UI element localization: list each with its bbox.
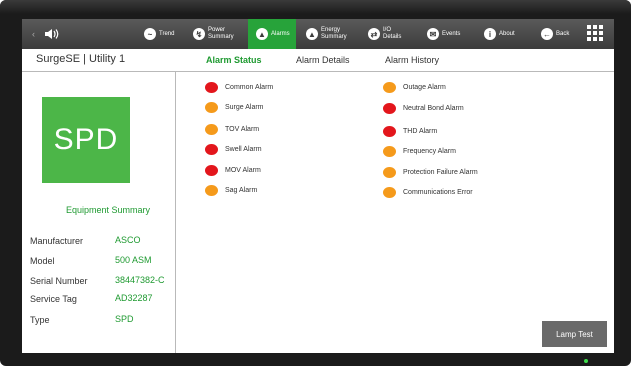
alarm-label: Neutral Bond Alarm	[403, 105, 464, 112]
nav-alarms[interactable]: ▲ Alarms	[248, 19, 296, 49]
status-indicator	[383, 167, 396, 178]
info-label: Model	[30, 256, 55, 266]
power-icon: ↯	[193, 28, 205, 40]
nav-io-details[interactable]: ⇄ I/O Details	[368, 19, 401, 49]
alarm-communications-error: Communications Error	[383, 187, 473, 198]
nav-about[interactable]: i About	[484, 19, 515, 49]
grid-menu-icon[interactable]	[587, 25, 603, 41]
alarm-surge: Surge Alarm	[205, 102, 264, 113]
alarm-icon: ▲	[256, 28, 268, 40]
status-indicator	[383, 126, 396, 137]
nav-back-label: Back	[556, 31, 570, 37]
info-row-manufacturer: Manufacturer ASCO	[30, 235, 170, 246]
nav-trend[interactable]: ~ Trend	[144, 19, 174, 49]
info-row-serial-number: Serial Number 38447382-C	[30, 275, 170, 286]
info-label: Manufacturer	[30, 236, 84, 246]
info-value: SPD	[115, 314, 134, 324]
trend-icon: ~	[144, 28, 156, 40]
info-value: AD32287	[115, 293, 153, 303]
energy-icon: ▲	[306, 28, 318, 40]
status-indicator	[205, 124, 218, 135]
page-title: SurgeSE | Utility 1	[36, 53, 126, 65]
status-indicator	[383, 187, 396, 198]
bezel-shine	[0, 0, 631, 14]
back-arrow-icon: ←	[541, 28, 553, 40]
alarm-label: Swell Alarm	[225, 146, 262, 153]
alarm-swell: Swell Alarm	[205, 144, 262, 155]
nav-speaker[interactable]	[44, 19, 62, 49]
header-row: SurgeSE | Utility 1 Alarm Status Alarm D…	[22, 49, 614, 72]
status-indicator	[205, 165, 218, 176]
alarm-label: Surge Alarm	[225, 104, 264, 111]
info-icon: i	[484, 28, 496, 40]
status-indicator	[383, 146, 396, 157]
nav-energy-label: Energy Summary	[321, 27, 347, 40]
io-icon: ⇄	[368, 28, 380, 40]
lamp-test-button[interactable]: Lamp Test	[542, 321, 607, 347]
info-row-model: Model 500 ASM	[30, 255, 170, 266]
status-indicator	[383, 82, 396, 93]
alarm-label: Frequency Alarm	[403, 148, 456, 155]
events-icon: ✉	[427, 28, 439, 40]
alarm-label: THD Alarm	[403, 128, 438, 135]
alarm-label: Sag Alarm	[225, 187, 258, 194]
status-indicator	[383, 103, 396, 114]
alarm-outage: Outage Alarm	[383, 82, 446, 93]
top-navigation-bar: ‹ ~ Trend ↯ Power Summary ▲ Alarms ▲ Ene…	[22, 19, 614, 49]
info-value: 500 ASM	[115, 255, 152, 265]
nav-events[interactable]: ✉ Events	[427, 19, 460, 49]
spd-logo: SPD	[42, 97, 130, 183]
info-row-service-tag: Service Tag AD32287	[30, 293, 170, 304]
alarm-label: Common Alarm	[225, 84, 274, 91]
nav-io-label: I/O Details	[383, 27, 402, 40]
equipment-panel: SPD Equipment Summary Manufacturer ASCO …	[22, 72, 176, 353]
power-led	[584, 359, 588, 363]
alarm-common: Common Alarm	[205, 82, 273, 93]
status-indicator	[205, 144, 218, 155]
alarm-label: Protection Failure Alarm	[403, 169, 478, 176]
alarm-label: Outage Alarm	[403, 84, 446, 91]
alarm-label: MOV Alarm	[225, 167, 261, 174]
tab-alarm-status[interactable]: Alarm Status	[206, 55, 262, 65]
alarm-label: Communications Error	[403, 189, 473, 196]
speaker-icon	[45, 29, 59, 39]
nav-power-label: Power Summary	[208, 27, 234, 40]
info-value: 38447382-C	[115, 275, 165, 285]
status-indicator	[205, 102, 218, 113]
alarm-thd: THD Alarm	[383, 126, 437, 137]
info-label: Service Tag	[30, 294, 77, 304]
alarm-tov: TOV Alarm	[205, 124, 259, 135]
screen: ‹ ~ Trend ↯ Power Summary ▲ Alarms ▲ Ene…	[22, 19, 614, 353]
info-label: Serial Number	[30, 276, 88, 286]
nav-alarms-label: Alarms	[271, 31, 290, 37]
alarm-protection-failure: Protection Failure Alarm	[383, 167, 478, 178]
alarm-sag: Sag Alarm	[205, 185, 257, 196]
info-label: Type	[30, 315, 50, 325]
nav-left-arrow[interactable]: ‹	[32, 19, 35, 49]
alarm-label: TOV Alarm	[225, 126, 260, 133]
nav-energy-summary[interactable]: ▲ Energy Summary	[306, 19, 347, 49]
info-row-type: Type SPD	[30, 314, 170, 325]
info-value: ASCO	[115, 235, 141, 245]
status-indicator	[205, 82, 218, 93]
status-indicator	[205, 185, 218, 196]
alarm-frequency: Frequency Alarm	[383, 146, 456, 157]
tab-alarm-details[interactable]: Alarm Details	[296, 55, 350, 65]
nav-about-label: About	[499, 31, 515, 37]
equipment-summary-heading: Equipment Summary	[66, 205, 151, 215]
alarm-mov: MOV Alarm	[205, 165, 261, 176]
alarm-neutral-bond: Neutral Bond Alarm	[383, 103, 464, 114]
tab-alarm-history[interactable]: Alarm History	[385, 55, 439, 65]
nav-events-label: Events	[442, 31, 461, 37]
nav-power-summary[interactable]: ↯ Power Summary	[193, 19, 234, 49]
left-chevron-icon: ‹	[32, 29, 35, 39]
nav-back[interactable]: ← Back	[541, 19, 569, 49]
nav-trend-label: Trend	[159, 31, 175, 37]
